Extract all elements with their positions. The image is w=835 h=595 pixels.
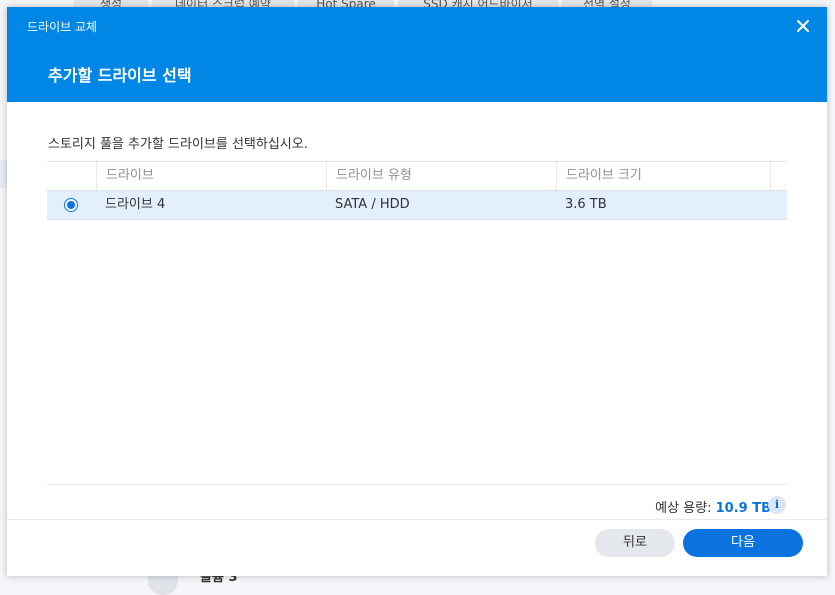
- estimated-capacity: 예상 용량: 10.9 TB: [655, 497, 771, 516]
- cell-drive: 드라이브 4: [105, 197, 166, 212]
- drive-table: 드라이브 드라이브 유형 드라이브 크기 드라이브 4 SATA / HDD 3…: [47, 161, 787, 220]
- drive-select-radio[interactable]: [64, 198, 78, 212]
- dialog-header: 드라이브 교체 추가할 드라이브 선택: [7, 7, 827, 102]
- close-icon[interactable]: [793, 16, 813, 36]
- back-button[interactable]: 뒤로: [595, 529, 675, 557]
- next-button[interactable]: 다음: [683, 529, 803, 557]
- dialog-window-title: 드라이브 교체: [27, 20, 98, 34]
- cell-size: 3.6 TB: [565, 197, 607, 212]
- step-title: 추가할 드라이브 선택: [48, 66, 192, 85]
- column-header-size[interactable]: 드라이브 크기: [556, 162, 770, 190]
- cell-type: SATA / HDD: [335, 197, 410, 212]
- column-header-spacer: [770, 162, 787, 190]
- instruction-text: 스토리지 풀을 추가할 드라이브를 선택하십시오.: [48, 137, 308, 152]
- capacity-label: 예상 용량:: [655, 501, 712, 516]
- column-header-drive[interactable]: 드라이브: [96, 162, 326, 190]
- button-bar-divider: [7, 519, 827, 520]
- summary-divider: [47, 484, 787, 485]
- info-icon[interactable]: i: [768, 496, 786, 514]
- table-header: 드라이브 드라이브 유형 드라이브 크기: [47, 161, 787, 191]
- replace-drive-dialog: 드라이브 교체 추가할 드라이브 선택 스토리지 풀을 추가할 드라이브를 선택…: [7, 7, 827, 576]
- column-header-type[interactable]: 드라이브 유형: [326, 162, 556, 190]
- capacity-value: 10.9 TB: [715, 501, 771, 516]
- table-row[interactable]: 드라이브 4 SATA / HDD 3.6 TB: [47, 191, 787, 220]
